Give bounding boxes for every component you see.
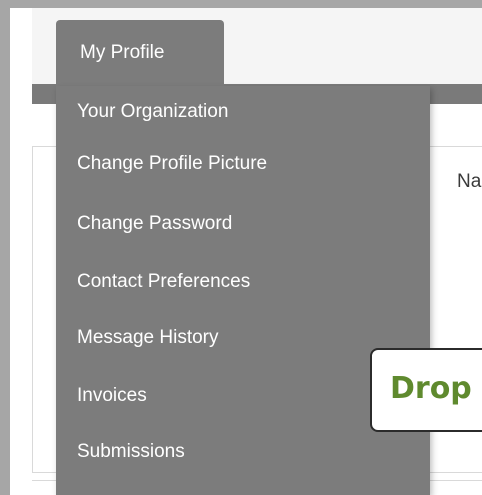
menu-item-submissions[interactable]: Submissions — [56, 432, 430, 472]
profile-dropdown-menu: Your Organization Change Profile Picture… — [56, 86, 430, 495]
dropdown-callout-annotation: Drop — [370, 348, 482, 432]
name-label: Na — [457, 171, 482, 192]
page: Na My Profile Your Organization Change P… — [10, 8, 482, 495]
menu-item-contact-preferences[interactable]: Contact Preferences — [56, 262, 430, 302]
menu-item-your-organization[interactable]: Your Organization — [56, 92, 430, 132]
screenshot-frame-top — [0, 0, 482, 8]
menu-item-change-password[interactable]: Change Password — [56, 204, 430, 244]
menu-item-change-profile-picture[interactable]: Change Profile Picture — [56, 144, 430, 184]
screenshot-frame-left — [0, 0, 10, 495]
tab-my-profile[interactable]: My Profile — [56, 20, 224, 86]
